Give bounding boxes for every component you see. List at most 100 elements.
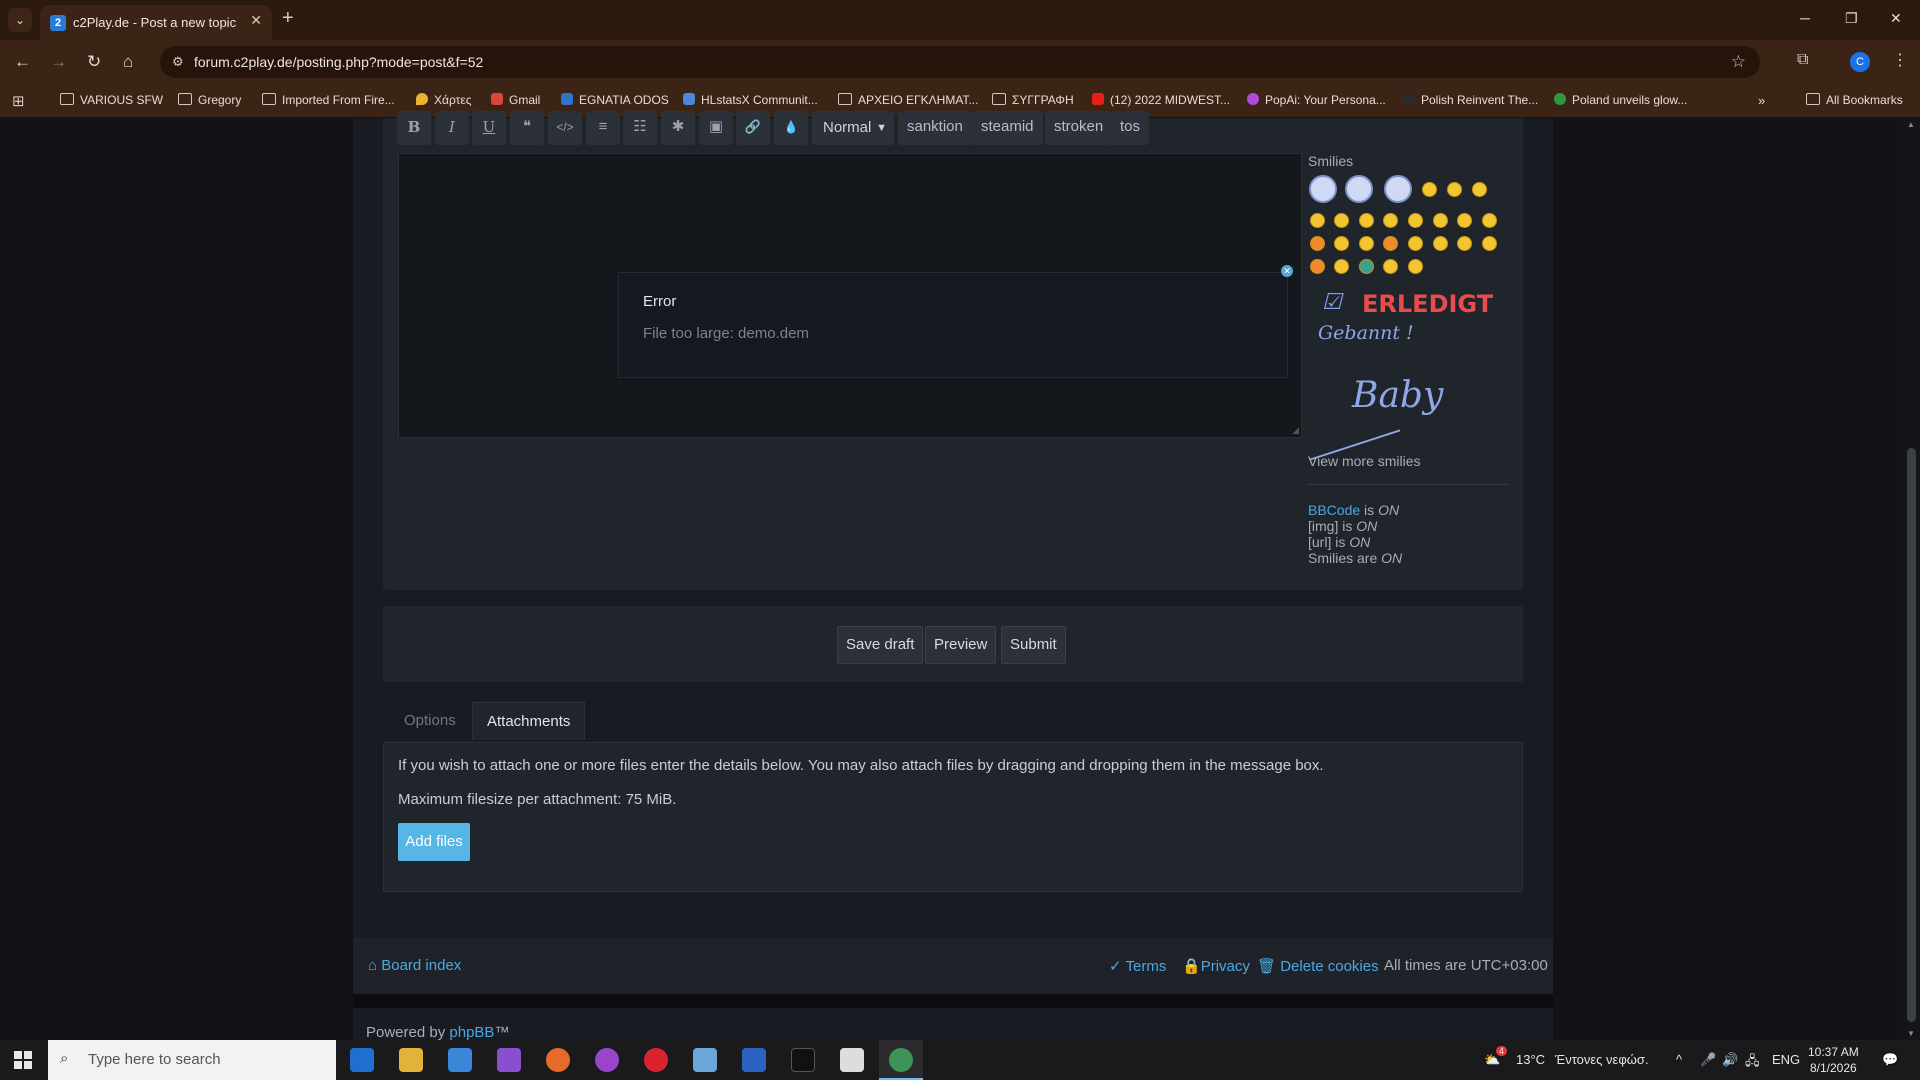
smiley-icon[interactable] bbox=[1334, 236, 1349, 251]
bookmark-link[interactable]: Poland unveils glow... bbox=[1554, 93, 1687, 107]
delete-cookies-link[interactable]: 🗑 Delete cookies bbox=[1257, 957, 1379, 975]
ordered-list-button[interactable]: ☷ bbox=[623, 111, 657, 145]
taskbar-search-input[interactable]: ⌕ Type here to search bbox=[48, 1040, 336, 1080]
tray-chevron-up-icon[interactable]: ^ bbox=[1676, 1052, 1682, 1067]
resize-handle-icon[interactable]: ◢ bbox=[1292, 425, 1299, 436]
terms-link[interactable]: ✓ Terms bbox=[1109, 957, 1166, 975]
counter-strike-app-icon[interactable] bbox=[840, 1048, 864, 1072]
board-index-link[interactable]: ⌂ Board index bbox=[368, 957, 461, 974]
restore-icon[interactable]: ❐ bbox=[1845, 10, 1858, 27]
taskbar-clock[interactable]: 10:37 AM 8/1/2026 bbox=[1808, 1044, 1859, 1076]
underline-button[interactable]: U bbox=[472, 111, 506, 145]
quote-button[interactable]: ❝ bbox=[510, 111, 544, 145]
question-smiley-icon[interactable] bbox=[1457, 236, 1472, 251]
image-button[interactable]: ▣ bbox=[699, 111, 733, 145]
weather-text[interactable]: Έντονες νεφώσ. bbox=[1555, 1052, 1649, 1067]
smiley-icon[interactable] bbox=[1447, 182, 1462, 197]
tab-search-chevron-icon[interactable]: ⌄ bbox=[8, 8, 32, 32]
file-explorer-icon[interactable] bbox=[399, 1048, 423, 1072]
url-omnibox[interactable]: ⚙ forum.c2play.de/posting.php?mode=post&… bbox=[160, 46, 1760, 78]
exclamation-smiley-icon[interactable] bbox=[1433, 236, 1448, 251]
bbcode-tos-button[interactable]: tos bbox=[1111, 111, 1150, 145]
profile-avatar[interactable]: C bbox=[1850, 52, 1870, 72]
preview-button[interactable]: Preview bbox=[925, 626, 997, 664]
smiley-icon[interactable] bbox=[1422, 182, 1437, 197]
phpbb-link[interactable]: phpBB bbox=[449, 1024, 494, 1041]
minimize-icon[interactable]: ─ bbox=[1800, 10, 1810, 26]
more-bookmarks-chevron-icon[interactable]: » bbox=[1758, 93, 1765, 108]
view-more-smilies-link[interactable]: View more smilies bbox=[1308, 453, 1421, 469]
close-tab-icon[interactable]: ✕ bbox=[250, 12, 262, 29]
smiley-icon[interactable] bbox=[1310, 213, 1325, 228]
network-icon[interactable]: 🖧 bbox=[1745, 1052, 1760, 1074]
notes-app-icon[interactable] bbox=[693, 1048, 717, 1072]
bbcode-stroken-button[interactable]: stroken bbox=[1045, 111, 1113, 145]
smiley-icon[interactable] bbox=[1383, 213, 1398, 228]
bookmark-link[interactable]: Gmail bbox=[491, 93, 540, 107]
url-link-button[interactable]: 🔗 bbox=[736, 111, 770, 145]
smiley-icon[interactable] bbox=[1359, 213, 1374, 228]
smiley-icon[interactable] bbox=[1472, 182, 1487, 197]
new-tab-plus-icon[interactable]: + bbox=[282, 8, 294, 28]
font-size-select[interactable]: Normal ▼ bbox=[812, 111, 894, 145]
code-button[interactable]: </> bbox=[548, 111, 582, 145]
smiley-icon[interactable] bbox=[1359, 259, 1374, 274]
bookmark-link[interactable]: PopAi: Your Persona... bbox=[1247, 93, 1386, 107]
smiley-icon[interactable] bbox=[1433, 213, 1448, 228]
bookmark-star-icon[interactable]: ☆ bbox=[1731, 52, 1746, 72]
smiley-icon[interactable] bbox=[1334, 213, 1349, 228]
all-bookmarks-folder[interactable]: All Bookmarks bbox=[1806, 93, 1903, 107]
bold-button[interactable]: B bbox=[397, 111, 431, 145]
app-icon[interactable] bbox=[595, 1048, 619, 1072]
smiley-icon[interactable] bbox=[1310, 259, 1325, 274]
bookmark-folder[interactable]: Gregory bbox=[178, 93, 241, 107]
smiley-icon[interactable] bbox=[1384, 175, 1412, 203]
bookmark-folder[interactable]: ΑΡΧΕΙΟ ΕΓΚΛΗΜΑΤ... bbox=[838, 93, 978, 107]
smiley-icon[interactable] bbox=[1309, 175, 1337, 203]
bookmark-folder[interactable]: Imported From Fire... bbox=[262, 93, 395, 107]
home-icon[interactable]: ⌂ bbox=[123, 52, 133, 72]
language-indicator[interactable]: ENG bbox=[1772, 1052, 1800, 1067]
bookmark-link[interactable]: Polish Reinvent The... bbox=[1403, 93, 1538, 107]
bookmark-link[interactable]: HLstatsX Communit... bbox=[683, 93, 818, 107]
scroll-down-icon[interactable]: ▼ bbox=[1907, 1029, 1915, 1038]
tab-attachments[interactable]: Attachments bbox=[472, 702, 586, 740]
bookmark-link[interactable]: Χάρτες bbox=[416, 93, 471, 107]
bookmark-link[interactable]: EGNATIA ODOS bbox=[561, 93, 669, 107]
smiley-icon[interactable] bbox=[1383, 259, 1398, 274]
italic-button[interactable]: I bbox=[435, 111, 469, 145]
smiley-icon[interactable] bbox=[1359, 236, 1374, 251]
windows-start-icon[interactable] bbox=[14, 1051, 32, 1069]
smiley-icon[interactable] bbox=[1482, 236, 1497, 251]
smiley-icon[interactable] bbox=[1457, 213, 1472, 228]
page-scrollbar[interactable]: ▲ ▼ bbox=[1903, 118, 1920, 1040]
smiley-icon[interactable] bbox=[1345, 175, 1373, 203]
tiktok-app-icon[interactable] bbox=[791, 1048, 815, 1072]
bookmark-folder[interactable]: ΣΥΓΓΡΑΦΗ bbox=[992, 93, 1074, 107]
add-files-button[interactable]: Add files bbox=[398, 823, 470, 861]
forward-arrow-icon[interactable]: → bbox=[50, 52, 67, 72]
extensions-puzzle-icon[interactable]: ⧉ bbox=[1797, 51, 1808, 69]
smiley-icon[interactable] bbox=[1408, 213, 1423, 228]
bbcode-sanktion-button[interactable]: sanktion bbox=[898, 111, 972, 145]
bbcode-link[interactable]: BBCode bbox=[1308, 502, 1360, 518]
office-app-icon[interactable] bbox=[497, 1048, 521, 1072]
url-text[interactable]: forum.c2play.de/posting.php?mode=post&f=… bbox=[194, 54, 483, 70]
notifications-icon[interactable]: 💬 bbox=[1882, 1052, 1898, 1068]
bookmark-folder[interactable]: VARIOUS SFW bbox=[60, 93, 163, 107]
microphone-icon[interactable]: 🎤 bbox=[1700, 1052, 1716, 1068]
outlook-app-icon[interactable] bbox=[350, 1048, 374, 1072]
browser-menu-icon[interactable]: ⋮ bbox=[1892, 50, 1908, 70]
reload-icon[interactable]: ↻ bbox=[87, 52, 101, 72]
list-button[interactable]: ≡ bbox=[586, 111, 620, 145]
sticker-gebannt[interactable]: Gebannt ! bbox=[1318, 322, 1414, 344]
browser-tab[interactable]: 2 c2Play.de - Post a new topic ✕ bbox=[40, 5, 272, 40]
color-drop-button[interactable]: 💧 bbox=[774, 111, 808, 145]
back-arrow-icon[interactable]: ← bbox=[14, 52, 31, 72]
firefox-app-icon[interactable] bbox=[546, 1048, 570, 1072]
scrollbar-thumb[interactable] bbox=[1907, 448, 1916, 1022]
smiley-icon[interactable] bbox=[1408, 236, 1423, 251]
privacy-link[interactable]: 🔒Privacy bbox=[1182, 957, 1250, 975]
word-app-icon[interactable] bbox=[742, 1048, 766, 1072]
save-draft-button[interactable]: Save draft bbox=[837, 626, 924, 664]
